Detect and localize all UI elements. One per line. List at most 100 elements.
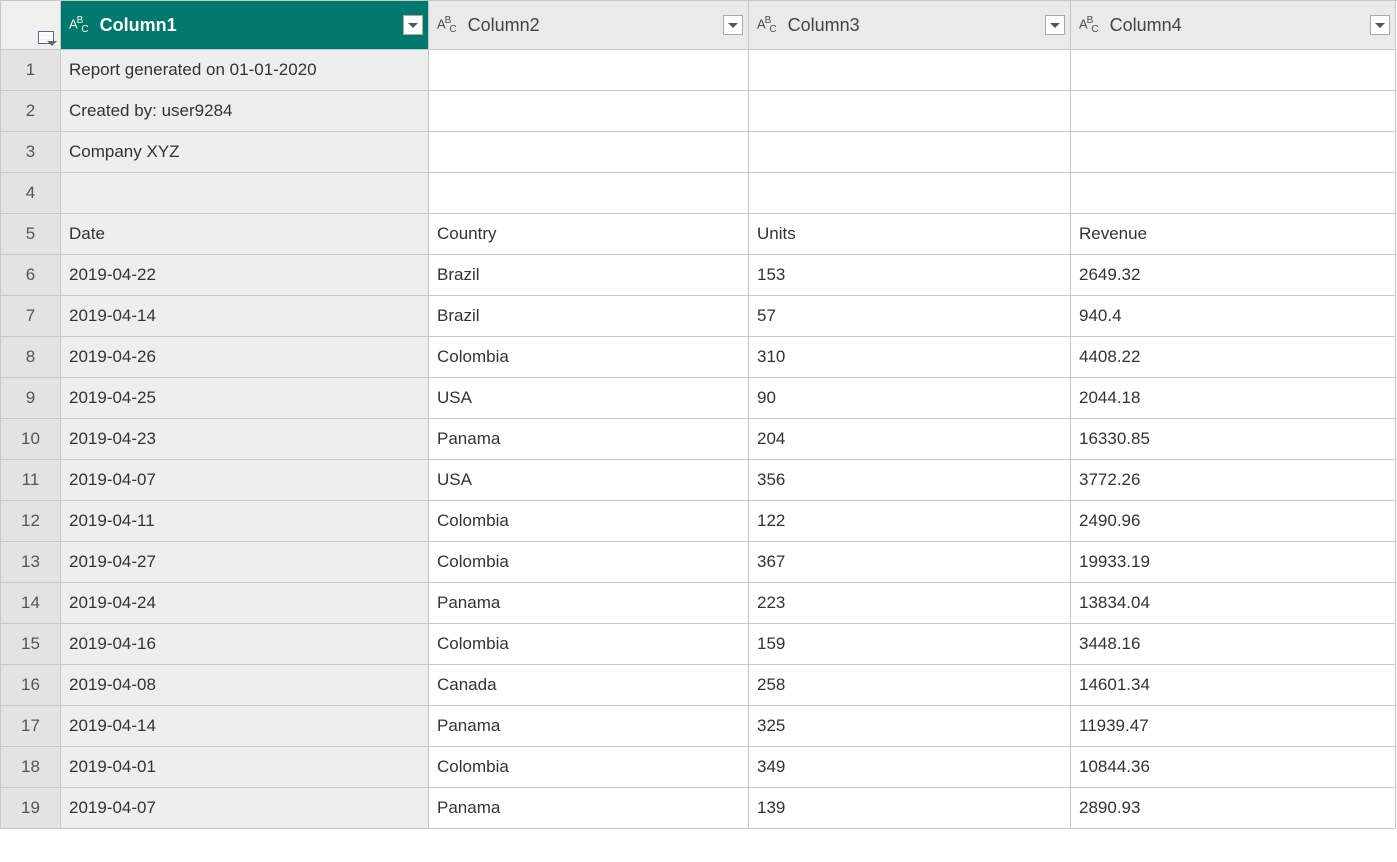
data-cell[interactable]: Panama bbox=[429, 419, 749, 460]
data-cell[interactable] bbox=[1071, 91, 1396, 132]
data-cell[interactable]: 367 bbox=[749, 542, 1071, 583]
data-cell[interactable]: Units bbox=[749, 214, 1071, 255]
data-cell[interactable]: USA bbox=[429, 460, 749, 501]
data-cell[interactable] bbox=[429, 91, 749, 132]
data-cell[interactable]: USA bbox=[429, 378, 749, 419]
data-cell[interactable]: 2019-04-11 bbox=[61, 501, 429, 542]
data-cell[interactable]: 139 bbox=[749, 788, 1071, 829]
column-filter-button[interactable] bbox=[1370, 15, 1390, 35]
data-cell[interactable] bbox=[429, 132, 749, 173]
data-cell[interactable] bbox=[1071, 50, 1396, 91]
data-cell[interactable]: 2019-04-27 bbox=[61, 542, 429, 583]
data-cell[interactable]: Brazil bbox=[429, 255, 749, 296]
data-cell[interactable]: 2044.18 bbox=[1071, 378, 1396, 419]
data-cell[interactable]: 223 bbox=[749, 583, 1071, 624]
data-cell[interactable]: 2019-04-01 bbox=[61, 747, 429, 788]
row-header[interactable]: 7 bbox=[1, 296, 61, 337]
data-cell[interactable] bbox=[749, 132, 1071, 173]
data-cell[interactable]: 159 bbox=[749, 624, 1071, 665]
data-cell[interactable]: Panama bbox=[429, 706, 749, 747]
data-cell[interactable]: Report generated on 01-01-2020 bbox=[61, 50, 429, 91]
data-cell[interactable]: Colombia bbox=[429, 542, 749, 583]
row-header[interactable]: 4 bbox=[1, 173, 61, 214]
data-cell[interactable]: 2019-04-23 bbox=[61, 419, 429, 460]
row-header[interactable]: 11 bbox=[1, 460, 61, 501]
column-header[interactable]: ABCColumn1 bbox=[61, 1, 429, 50]
data-cell[interactable]: Colombia bbox=[429, 337, 749, 378]
row-header[interactable]: 6 bbox=[1, 255, 61, 296]
row-header[interactable]: 9 bbox=[1, 378, 61, 419]
data-cell[interactable]: 90 bbox=[749, 378, 1071, 419]
column-header[interactable]: ABCColumn2 bbox=[429, 1, 749, 50]
row-header[interactable]: 5 bbox=[1, 214, 61, 255]
column-filter-button[interactable] bbox=[403, 15, 423, 35]
data-cell[interactable] bbox=[1071, 132, 1396, 173]
data-cell[interactable] bbox=[61, 173, 429, 214]
row-header[interactable]: 15 bbox=[1, 624, 61, 665]
data-cell[interactable]: 2019-04-16 bbox=[61, 624, 429, 665]
data-cell[interactable]: 14601.34 bbox=[1071, 665, 1396, 706]
data-cell[interactable]: Country bbox=[429, 214, 749, 255]
select-all-corner[interactable] bbox=[1, 1, 61, 50]
data-cell[interactable]: 2019-04-14 bbox=[61, 706, 429, 747]
data-cell[interactable]: Date bbox=[61, 214, 429, 255]
data-cell[interactable]: 356 bbox=[749, 460, 1071, 501]
data-cell[interactable]: 2019-04-25 bbox=[61, 378, 429, 419]
row-header[interactable]: 3 bbox=[1, 132, 61, 173]
data-cell[interactable]: Brazil bbox=[429, 296, 749, 337]
data-cell[interactable]: Colombia bbox=[429, 501, 749, 542]
data-cell[interactable]: 2019-04-08 bbox=[61, 665, 429, 706]
data-cell[interactable]: 13834.04 bbox=[1071, 583, 1396, 624]
row-header[interactable]: 1 bbox=[1, 50, 61, 91]
data-cell[interactable]: Colombia bbox=[429, 747, 749, 788]
row-header[interactable]: 18 bbox=[1, 747, 61, 788]
row-header[interactable]: 16 bbox=[1, 665, 61, 706]
data-cell[interactable]: 11939.47 bbox=[1071, 706, 1396, 747]
data-cell[interactable] bbox=[749, 173, 1071, 214]
data-cell[interactable]: 122 bbox=[749, 501, 1071, 542]
data-cell[interactable]: 940.4 bbox=[1071, 296, 1396, 337]
data-cell[interactable]: 2490.96 bbox=[1071, 501, 1396, 542]
data-cell[interactable]: 3448.16 bbox=[1071, 624, 1396, 665]
column-header[interactable]: ABCColumn3 bbox=[749, 1, 1071, 50]
data-cell[interactable]: 2649.32 bbox=[1071, 255, 1396, 296]
data-cell[interactable]: 2890.93 bbox=[1071, 788, 1396, 829]
data-cell[interactable]: Canada bbox=[429, 665, 749, 706]
data-cell[interactable] bbox=[749, 91, 1071, 132]
row-header[interactable]: 13 bbox=[1, 542, 61, 583]
column-header[interactable]: ABCColumn4 bbox=[1071, 1, 1396, 50]
data-cell[interactable] bbox=[1071, 173, 1396, 214]
data-cell[interactable]: 57 bbox=[749, 296, 1071, 337]
data-cell[interactable]: 2019-04-24 bbox=[61, 583, 429, 624]
row-header[interactable]: 19 bbox=[1, 788, 61, 829]
row-header[interactable]: 17 bbox=[1, 706, 61, 747]
data-cell[interactable] bbox=[749, 50, 1071, 91]
data-cell[interactable]: 2019-04-14 bbox=[61, 296, 429, 337]
data-cell[interactable]: Company XYZ bbox=[61, 132, 429, 173]
data-cell[interactable]: 325 bbox=[749, 706, 1071, 747]
data-cell[interactable]: 19933.19 bbox=[1071, 542, 1396, 583]
data-cell[interactable]: 310 bbox=[749, 337, 1071, 378]
row-header[interactable]: 10 bbox=[1, 419, 61, 460]
data-cell[interactable]: 10844.36 bbox=[1071, 747, 1396, 788]
data-cell[interactable]: 2019-04-26 bbox=[61, 337, 429, 378]
row-header[interactable]: 8 bbox=[1, 337, 61, 378]
data-cell[interactable]: 3772.26 bbox=[1071, 460, 1396, 501]
data-cell[interactable] bbox=[429, 50, 749, 91]
data-cell[interactable]: 2019-04-22 bbox=[61, 255, 429, 296]
data-cell[interactable]: Created by: user9284 bbox=[61, 91, 429, 132]
row-header[interactable]: 12 bbox=[1, 501, 61, 542]
data-cell[interactable]: 2019-04-07 bbox=[61, 788, 429, 829]
column-filter-button[interactable] bbox=[1045, 15, 1065, 35]
data-cell[interactable]: Revenue bbox=[1071, 214, 1396, 255]
row-header[interactable]: 14 bbox=[1, 583, 61, 624]
data-cell[interactable]: 349 bbox=[749, 747, 1071, 788]
data-cell[interactable]: 4408.22 bbox=[1071, 337, 1396, 378]
row-header[interactable]: 2 bbox=[1, 91, 61, 132]
data-cell[interactable]: Panama bbox=[429, 583, 749, 624]
column-filter-button[interactable] bbox=[723, 15, 743, 35]
data-cell[interactable]: 2019-04-07 bbox=[61, 460, 429, 501]
data-cell[interactable]: Colombia bbox=[429, 624, 749, 665]
data-cell[interactable]: 153 bbox=[749, 255, 1071, 296]
data-cell[interactable]: Panama bbox=[429, 788, 749, 829]
